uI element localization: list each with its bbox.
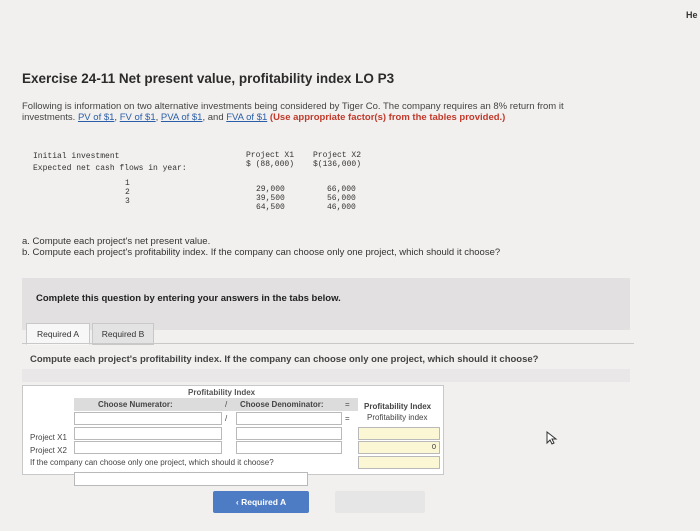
numerator-input-x1[interactable]: [74, 427, 222, 440]
result-value-x1: 0: [431, 442, 436, 451]
tab-required-a[interactable]: Required A: [26, 323, 90, 345]
instruction-bar: [22, 369, 630, 382]
equals-symbol-row: =: [345, 414, 350, 423]
x1-year-3: 64,500: [256, 203, 285, 212]
initial-x1: $ (88,000): [246, 160, 295, 169]
denominator-select-header[interactable]: [236, 412, 342, 425]
numerator-label: Choose Numerator:: [98, 400, 173, 409]
complete-text: Complete this question by entering your …: [36, 293, 341, 304]
result-header: Profitability Index: [364, 402, 432, 411]
tab-divider: [22, 343, 634, 344]
slash-symbol-row: /: [225, 414, 228, 423]
next-button-disabled: [335, 491, 425, 513]
worksheet-title: Profitability Index: [188, 388, 256, 397]
year-2: 2: [125, 188, 130, 197]
year-3: 3: [125, 197, 130, 206]
initial-x2: $(136,000): [313, 160, 362, 169]
row-label-x1: Project X1: [30, 433, 67, 442]
x2-year-1: 66,000: [327, 185, 356, 194]
denominator-input-x1[interactable]: [236, 427, 342, 440]
result-subheader: Profitability index: [367, 413, 428, 422]
cashflow-label: Expected net cash flows in year:: [33, 164, 187, 173]
link-fv-of-1[interactable]: FV of $1: [120, 112, 156, 123]
x1-year-1: 29,000: [256, 185, 285, 194]
tab-required-b[interactable]: Required B: [92, 323, 154, 345]
required-b-instruction: Compute each project's profitability ind…: [30, 354, 539, 365]
header-project-x1: Project X1: [246, 151, 295, 160]
page-title: Exercise 24-11 Net present value, profit…: [22, 71, 395, 86]
help-link[interactable]: He: [686, 10, 698, 20]
question-a: a. Compute each project's net present va…: [22, 236, 211, 247]
prev-button-label: Required A: [241, 497, 287, 507]
link-pv-of-1[interactable]: PV of $1: [78, 112, 114, 123]
year-1: 1: [125, 179, 130, 188]
denominator-input-x2[interactable]: [236, 441, 342, 454]
intro-text: Following is information on two alternat…: [22, 101, 564, 112]
intro-prefix: investments.: [22, 112, 76, 123]
equals-symbol: =: [345, 400, 350, 409]
slash-symbol: /: [225, 400, 228, 409]
question-b: b. Compute each project's profitability …: [22, 247, 501, 258]
factor-instruction: (Use appropriate factor(s) from the tabl…: [269, 112, 506, 123]
choose-project-select[interactable]: [74, 472, 308, 486]
link-fva-of-1[interactable]: FVA of $1: [226, 112, 267, 123]
x1-year-2: 39,500: [256, 194, 285, 203]
link-pva-of-1[interactable]: PVA of $1: [161, 112, 203, 123]
result-cell-x1: [358, 427, 440, 440]
mouse-cursor-icon: [546, 430, 558, 450]
row-label-x2: Project X2: [30, 446, 67, 455]
choose-answer-cell[interactable]: [358, 456, 440, 469]
x2-year-3: 46,000: [327, 203, 356, 212]
denominator-label: Choose Denominator:: [240, 400, 324, 409]
initial-investment-label: Initial investment: [33, 152, 120, 161]
prev-required-a-button[interactable]: ‹ Required A: [213, 491, 309, 513]
header-project-x2: Project X2: [313, 151, 362, 160]
numerator-input-x2[interactable]: [74, 441, 222, 454]
numerator-select-header[interactable]: [74, 412, 222, 425]
choose-question: If the company can choose only one proje…: [30, 458, 274, 467]
x2-year-2: 56,000: [327, 194, 356, 203]
intro-text-2: investments. PV of $1, FV of $1, PVA of …: [22, 112, 506, 123]
